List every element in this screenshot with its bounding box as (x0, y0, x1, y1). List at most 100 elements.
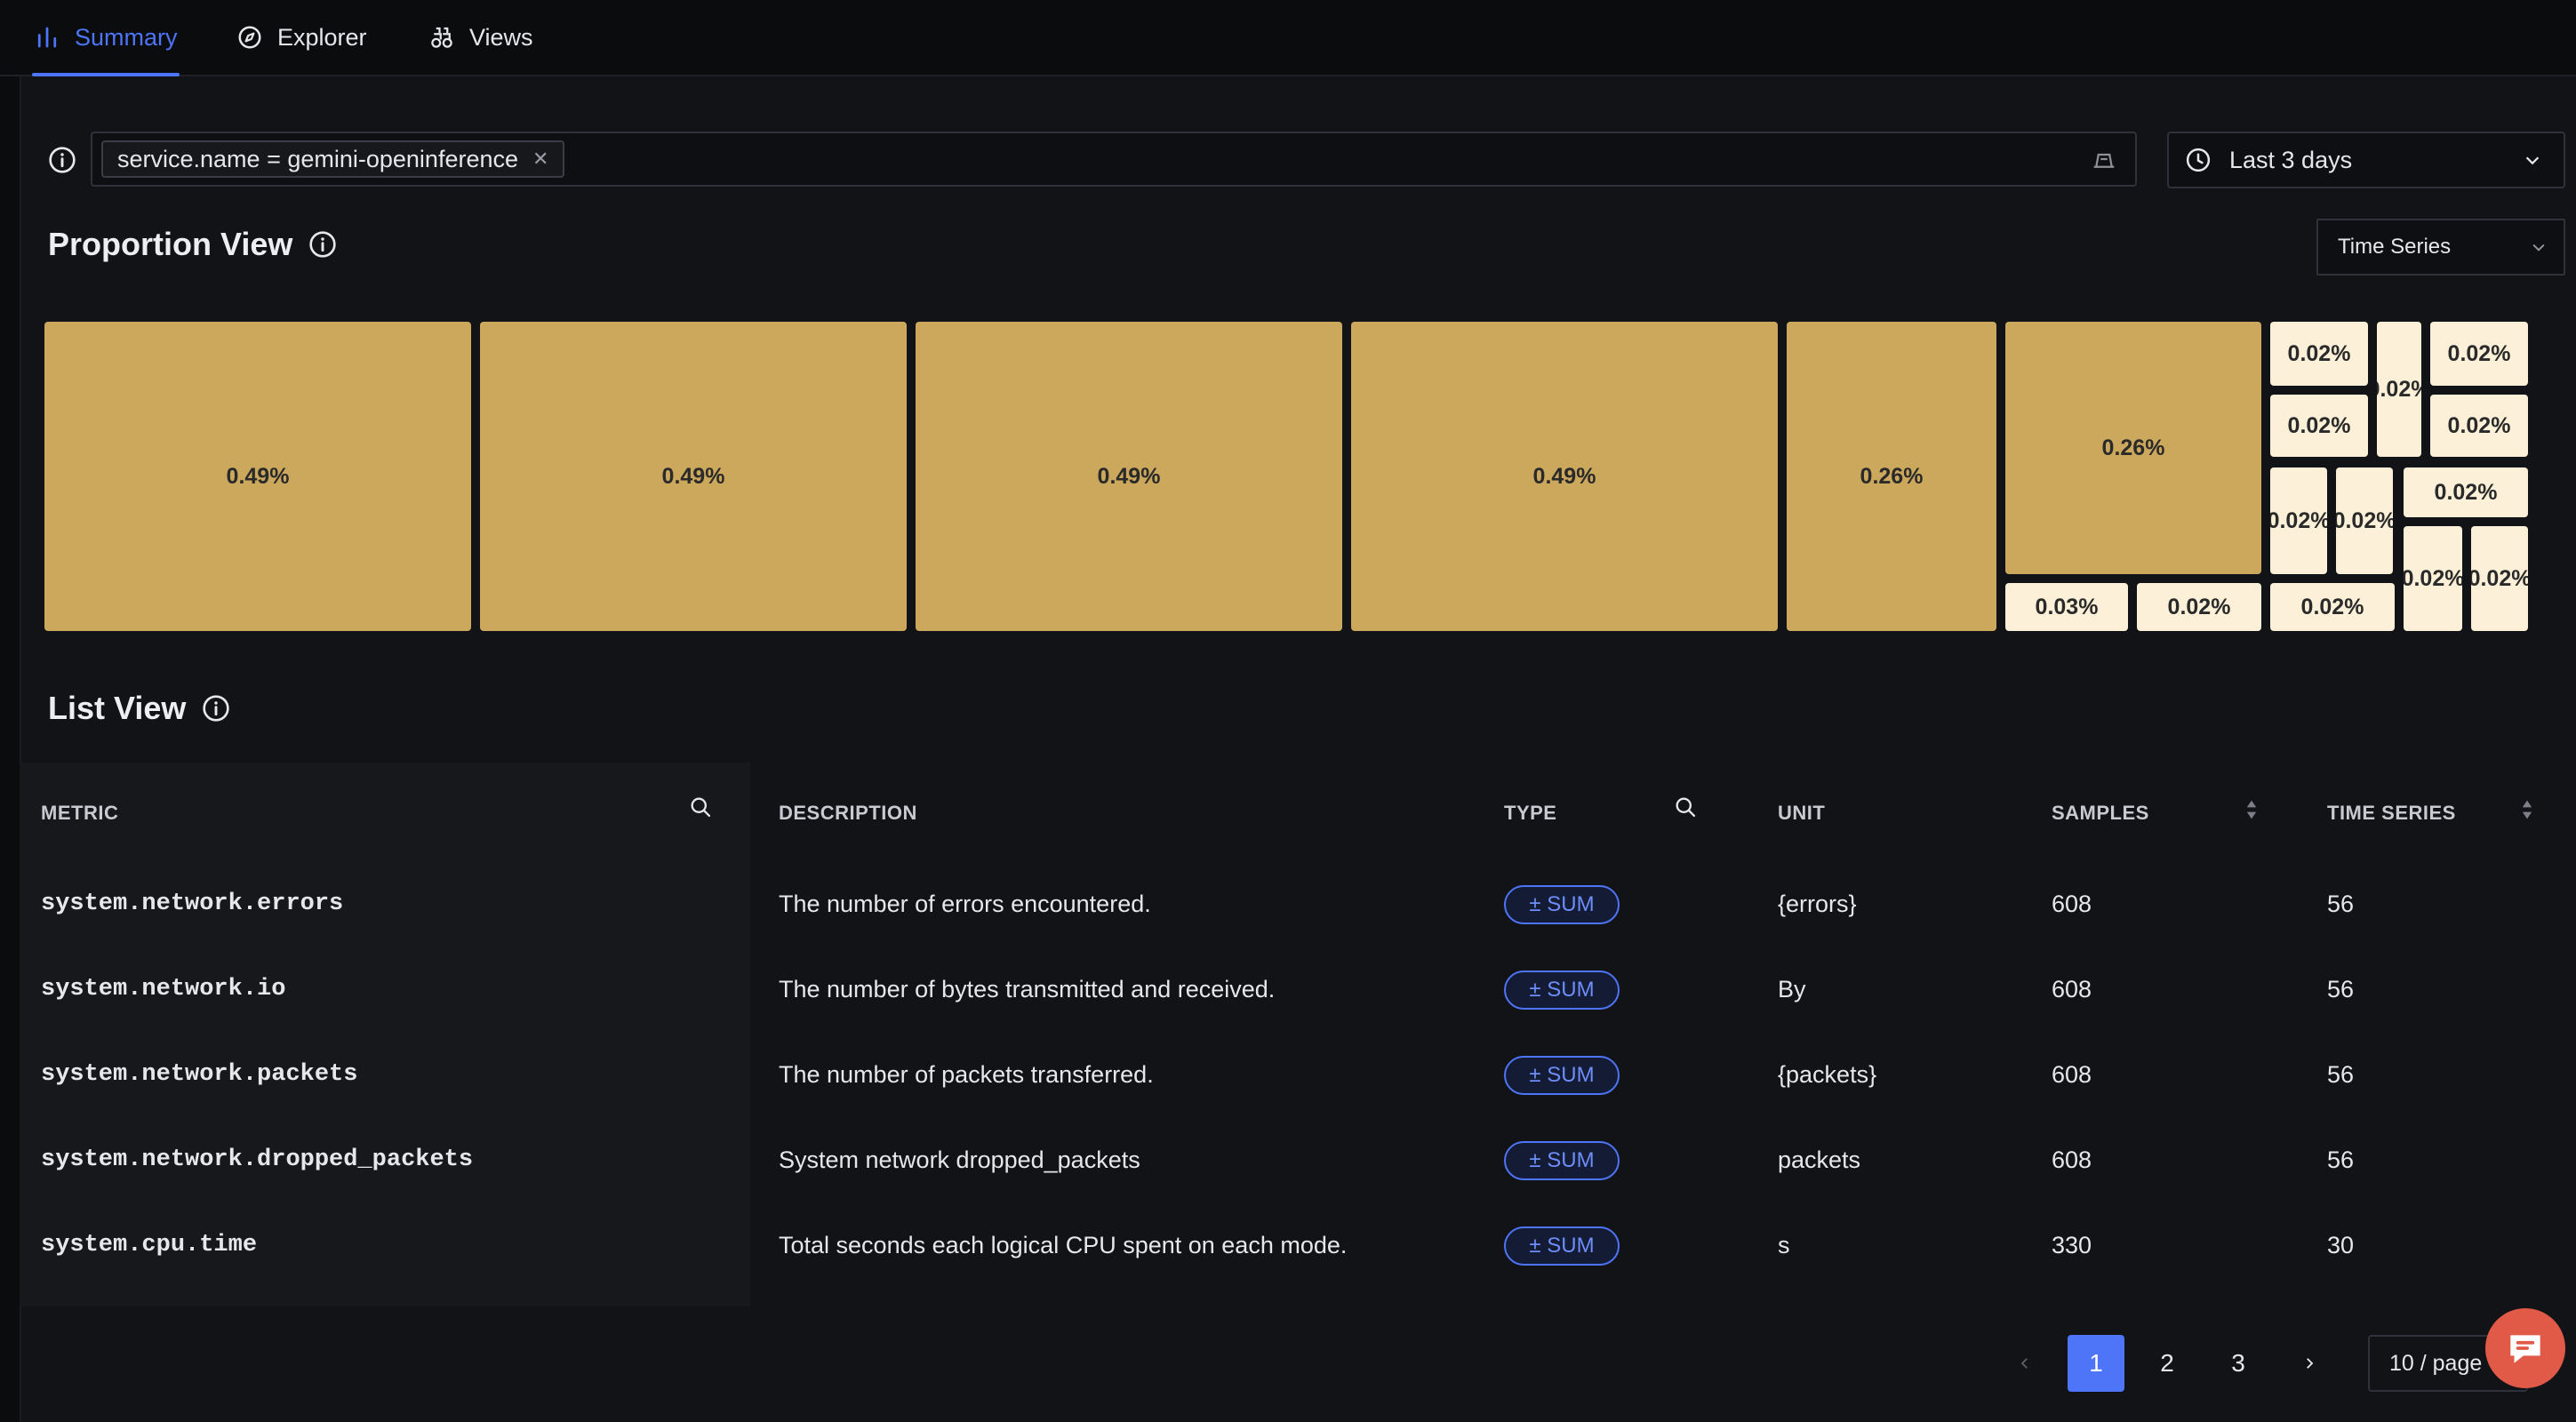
treemap-cell[interactable]: 0.02% (2137, 583, 2261, 631)
top-tabs: Summary Explorer Views (0, 0, 2576, 76)
table-row-time-series: 56 (2327, 1146, 2355, 1173)
treemap-cell[interactable]: 0.02% (2404, 467, 2528, 517)
info-icon[interactable] (308, 230, 337, 259)
table-row-samples: 608 (2052, 976, 2092, 1003)
treemap-cell[interactable]: 0.02% (2336, 467, 2393, 574)
treemap-cell[interactable]: 0.02% (2270, 583, 2395, 631)
treemap-cell[interactable]: 0.02% (2430, 322, 2528, 386)
treemap-cell-label: 0.02% (2377, 376, 2421, 402)
tab-explorer[interactable]: Explorer (236, 0, 367, 75)
treemap-cell-label: 0.02% (2447, 340, 2511, 366)
treemap-cell-label: 0.49% (1097, 463, 1161, 489)
treemap-cell-label: 0.02% (2300, 594, 2364, 619)
table-row-unit: By (1778, 976, 1806, 1003)
treemap-cell-label: 0.02% (2270, 507, 2327, 533)
treemap-cell-label: 0.02% (2287, 340, 2351, 366)
treemap-cell[interactable]: 0.02% (2430, 395, 2528, 457)
pagination-next[interactable] (2281, 1335, 2338, 1392)
filter-chip[interactable]: service.name = gemini-openinference ✕ (101, 140, 565, 178)
table-row-time-series: 56 (2327, 891, 2355, 917)
info-icon[interactable] (202, 694, 230, 723)
tab-summary[interactable]: Summary (32, 0, 180, 76)
table-row-metric[interactable]: system.network.errors (41, 891, 343, 917)
table-row-samples: 608 (2052, 1061, 2092, 1088)
tab-views[interactable]: Views (428, 0, 533, 75)
treemap-cell-label: 0.49% (661, 463, 725, 489)
treemap-cell-label: 0.49% (226, 463, 290, 489)
treemap-cell[interactable]: 0.49% (1351, 322, 1778, 631)
treemap-cell-label: 0.26% (2101, 435, 2165, 460)
chevron-left-icon (2020, 1358, 2028, 1369)
treemap-cell[interactable]: 0.49% (480, 322, 907, 631)
filter-query-input[interactable]: service.name = gemini-openinference ✕ (91, 132, 2137, 187)
table-row-metric[interactable]: system.network.packets (41, 1061, 357, 1088)
chat-icon (2510, 1335, 2540, 1363)
pagination-page-3[interactable]: 3 (2210, 1335, 2267, 1392)
treemap-cell-label: 0.02% (2434, 479, 2498, 505)
table-row-metric[interactable]: system.network.dropped_packets (41, 1146, 473, 1173)
table-row-samples: 608 (2052, 891, 2092, 917)
column-header-description: DESCRIPTION (779, 802, 917, 824)
type-badge: ± SUM (1504, 885, 1620, 924)
type-badge: ± SUM (1504, 1226, 1620, 1266)
treemap-cell-label: 0.02% (2287, 412, 2351, 438)
treemap-cell[interactable]: 0.02% (2270, 322, 2368, 386)
tab-summary-label: Summary (75, 23, 178, 51)
treemap-cell-label: 0.03% (2035, 594, 2099, 619)
clock-icon (2186, 148, 2211, 172)
save-query-icon[interactable] (2091, 148, 2117, 171)
treemap-cell-label: 0.02% (2336, 507, 2393, 533)
chevron-down-icon (2532, 244, 2545, 252)
pagination-page-1[interactable]: 1 (2068, 1335, 2124, 1392)
sort-icon[interactable] (2521, 798, 2533, 821)
sort-icon[interactable] (2245, 798, 2258, 821)
type-badge: ± SUM (1504, 1056, 1620, 1095)
treemap-cell[interactable]: 0.02% (2270, 395, 2368, 457)
list-view-title: List View (48, 690, 230, 727)
treemap-cell-label: 0.26% (1860, 463, 1924, 489)
treemap-cell[interactable]: 0.02% (2270, 467, 2327, 574)
table-row-description: System network dropped_packets (779, 1146, 1140, 1173)
table-row-samples: 330 (2052, 1232, 2092, 1258)
table-row-metric[interactable]: system.network.io (41, 976, 285, 1003)
time-range-select[interactable]: Last 3 days (2167, 132, 2565, 188)
treemap-cell-label: 0.02% (2404, 565, 2462, 591)
chat-support-button[interactable] (2485, 1308, 2565, 1388)
column-header-samples[interactable]: SAMPLES (2052, 802, 2149, 825)
table-row-description: Total seconds each logical CPU spent on … (779, 1232, 1348, 1258)
column-header-metric: METRIC (41, 802, 119, 824)
treemap-cell[interactable]: 0.02% (2471, 526, 2528, 631)
search-icon[interactable] (1673, 795, 1698, 819)
treemap-cell[interactable]: 0.26% (2005, 322, 2261, 574)
table-row-samples: 608 (2052, 1146, 2092, 1173)
table-row-description: The number of errors encountered. (779, 891, 1151, 917)
compass-icon (238, 26, 261, 49)
page-size-label: 10 / page (2389, 1350, 2483, 1376)
binoculars-icon (431, 27, 452, 48)
list-view-title-text: List View (48, 690, 187, 726)
treemap-cell[interactable]: 0.26% (1787, 322, 1996, 631)
column-header-time-series[interactable]: TIME SERIES (2327, 802, 2456, 825)
treemap-cell[interactable]: 0.02% (2404, 526, 2462, 631)
type-badge: ± SUM (1504, 1141, 1620, 1180)
treemap-cell[interactable]: 0.02% (2377, 322, 2421, 457)
info-icon[interactable] (48, 146, 76, 174)
proportion-view-select-label: Time Series (2338, 235, 2452, 259)
table-row-metric[interactable]: system.cpu.time (41, 1232, 257, 1258)
table-row-unit: {errors} (1778, 891, 1857, 917)
tab-explorer-label: Explorer (277, 23, 367, 51)
close-icon[interactable]: ✕ (532, 148, 548, 171)
treemap-cell[interactable]: 0.49% (916, 322, 1342, 631)
treemap-cell-label: 0.02% (2447, 412, 2511, 438)
treemap-cell[interactable]: 0.03% (2005, 583, 2128, 631)
treemap-cell[interactable]: 0.49% (44, 322, 471, 631)
pagination-page-2[interactable]: 2 (2139, 1335, 2196, 1392)
proportion-view-title: Proportion View (48, 226, 337, 263)
table-row-description: The number of bytes transmitted and rece… (779, 976, 1276, 1003)
proportion-view-select[interactable]: Time Series (2316, 219, 2565, 276)
search-icon[interactable] (688, 795, 713, 819)
table-row-time-series: 56 (2327, 976, 2355, 1003)
metric-column-bg (20, 763, 750, 1306)
treemap-cell-label: 0.02% (2167, 594, 2231, 619)
pagination-prev[interactable] (1996, 1335, 2053, 1392)
